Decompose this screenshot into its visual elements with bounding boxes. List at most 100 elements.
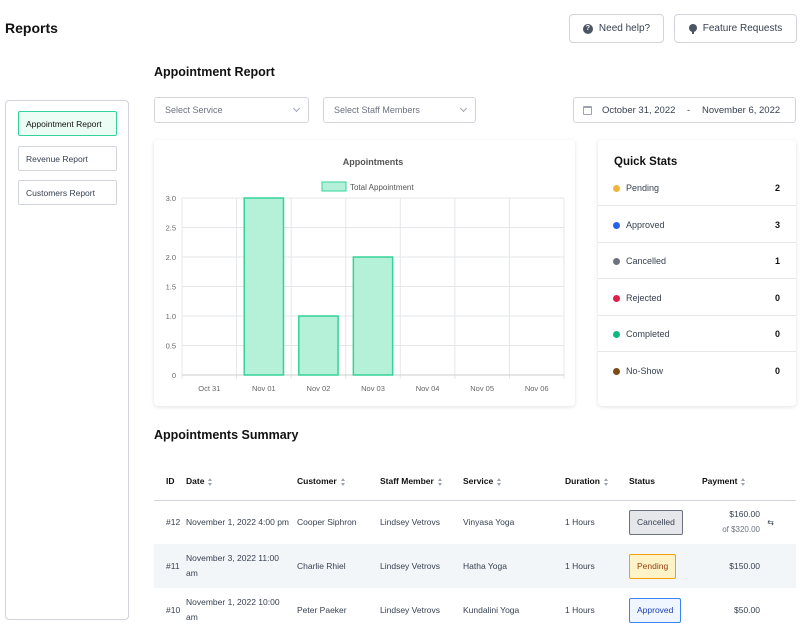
staff-select-placeholder: Select Staff Members [334,105,420,115]
y-tick-label: 0.5 [166,342,176,351]
table-row[interactable]: #12 November 1, 2022 4:00 pm Cooper Siph… [154,500,796,544]
quick-stat-cancelled: Cancelled 1 [598,243,796,279]
quick-stat-label: Rejected [626,292,662,303]
sidebar-item-revenue-report[interactable]: Revenue Report [18,146,117,171]
y-tick-label: 1.5 [166,283,176,292]
chevron-down-icon [459,104,468,113]
quick-stat-count: 1 [774,256,780,266]
lightbulb-icon [688,23,697,34]
cell-customer: Peter Paeker [297,604,347,615]
date-from: October 31, 2022 [602,105,676,116]
report-sidebar: Appointment Report Revenue Report Custom… [5,100,129,620]
quick-stat-approved: Approved 3 [598,207,796,243]
status-dot-icon [613,185,620,192]
cell-date: November 1, 2022 10:00 am [186,597,280,622]
bar-nov-01 [243,197,285,376]
payment-total: of $320.00 [722,525,760,535]
feature-requests-label: Feature Requests [702,23,783,34]
quick-stats-card: Quick Stats Pending 2 Approved 3 Cancelled 1 R… [598,140,796,406]
cell-status: Pending [629,544,702,588]
y-tick-label: 3.0 [166,194,176,203]
quick-stat-label: Approved [626,219,665,230]
sort-icon[interactable] [603,477,609,486]
cell-id: #11 [154,544,186,588]
cell-customer: Charlie Rhiel [297,544,380,588]
cell-payment: $160.00 of $320.00 ⇆ [702,500,796,544]
date-range-picker[interactable]: October 31, 2022 - November 6, 2022 [573,97,796,123]
need-help-button[interactable]: ? Need help? [569,14,664,43]
need-help-label: Need help? [598,23,651,34]
date-to: November 6, 2022 [702,105,781,116]
payment-amount: $150.00 [729,560,760,571]
cell-date: November 1, 2022 4:00 pm [186,516,290,527]
payment-amount: $160.00 [729,509,760,520]
cell-duration: 1 Hours [565,604,595,615]
column-header-id: ID [154,462,186,501]
chevron-down-icon [292,104,301,113]
legend-swatch [321,181,347,192]
cell-customer: Cooper Siphron [297,516,357,527]
column-header-date[interactable]: Date [186,462,297,501]
quick-stat-label: No-Show [626,365,664,376]
service-select[interactable]: Select Service [154,97,309,123]
x-tick-label: Nov 01 [252,384,276,393]
quick-stat-no-show: No-Show 0 [598,353,796,389]
status-dot-icon [613,367,620,375]
quick-stat-completed: Completed 0 [598,316,796,352]
service-select-placeholder: Select Service [165,105,223,115]
cell-duration: 1 Hours [565,544,629,588]
quick-stat-count: 0 [774,292,780,303]
refund-icon[interactable]: ⇆ [764,515,774,527]
cell-service: Vinyasa Yoga [463,516,515,527]
table-header-row: ID Date Customer Staff Member Service Du… [154,462,796,501]
quick-stat-label: Pending [626,183,660,193]
question-icon: ? [582,23,593,34]
sort-icon[interactable] [208,477,213,486]
status-dot-icon [613,294,620,302]
cell-payment: $150.00 [702,544,796,588]
quick-stat-count: 3 [774,219,780,230]
x-tick-label: Oct 31 [198,384,220,393]
cell-staff: Lindsey Vetrovs [380,604,441,615]
cell-service: Kundalini Yoga [463,604,520,615]
page-title: Reports [5,20,58,36]
status-dot-icon [613,221,620,229]
sort-icon[interactable] [497,477,502,486]
chart-title: Appointments [343,157,404,167]
quick-stat-count: 0 [774,365,780,376]
date-separator: - [687,105,691,116]
appointments-table: ID Date Customer Staff Member Service Du… [154,462,796,632]
feature-requests-button[interactable]: Feature Requests [674,14,797,43]
x-tick-label: Nov 05 [470,384,494,393]
table-row[interactable]: #10 November 1, 2022 10:00 am Peter Paek… [154,588,796,632]
sidebar-item-customers-report[interactable]: Customers Report [18,180,117,205]
quick-stats-title: Quick Stats [614,156,678,168]
column-header-staff-member[interactable]: Staff Member [380,462,463,501]
sidebar-item-appointment-report[interactable]: Appointment Report [18,111,117,136]
status-dot-icon [613,258,620,265]
column-header-customer[interactable]: Customer [297,462,380,501]
bar-nov-03 [352,256,394,376]
quick-stat-count: 0 [774,329,780,339]
calendar-icon [583,106,592,115]
staff-select[interactable]: Select Staff Members [323,97,476,123]
legend-label: Total Appointment [350,183,414,192]
status-dot-icon [613,331,620,338]
table-row[interactable]: #11 November 3, 2022 11:00 am Charlie Rh… [154,544,796,588]
sort-icon[interactable] [741,477,746,486]
summary-title: Appointments Summary [154,428,299,442]
cell-staff: Lindsey Vetrovs [380,544,463,588]
column-header-duration[interactable]: Duration [565,462,629,501]
column-header-service[interactable]: Service [463,462,565,501]
appointments-chart-card: Appointments Total Appointment 0 0.5 1.0 1.5 2… [154,140,575,406]
sort-icon[interactable] [340,477,346,486]
column-header-payment[interactable]: Payment [702,462,796,501]
sort-icon[interactable] [437,477,443,486]
quick-stat-pending: Pending 2 [598,170,796,206]
cell-id: #12 [166,516,181,527]
status-badge: Cancelled [629,509,683,535]
quick-stat-label: Completed [626,329,670,339]
cell-status: Approved [629,588,702,632]
bar-nov-02 [298,315,339,376]
payment-amount: $50.00 [734,604,760,615]
